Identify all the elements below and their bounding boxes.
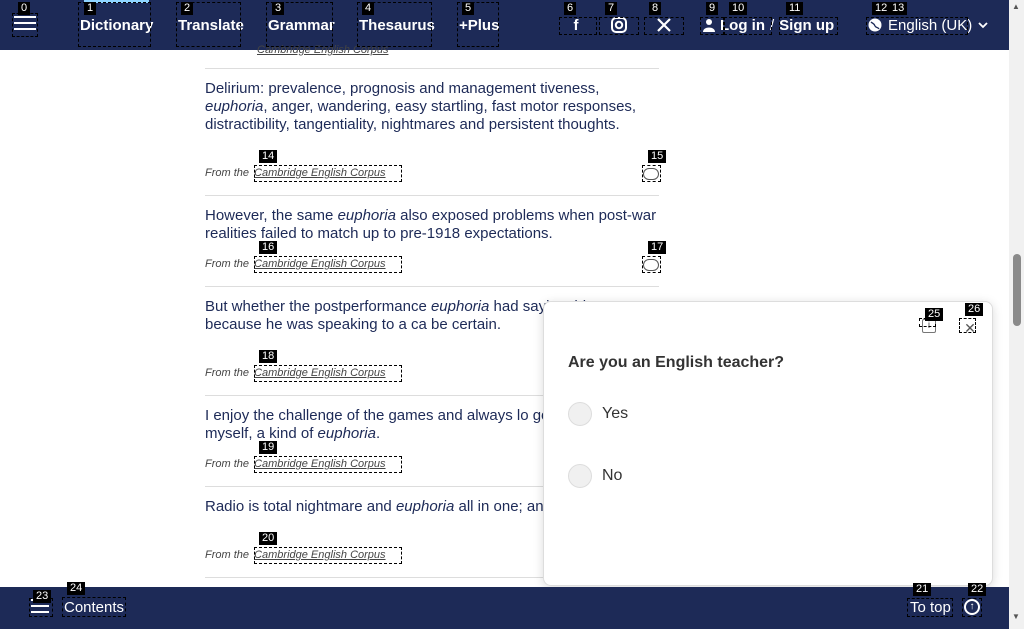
annotation-badge: 8 — [649, 2, 662, 15]
annotation-badge: 3 — [272, 2, 285, 15]
example-sentence: Delirium: prevalence, prognosis and mana… — [205, 80, 659, 134]
annotation-badge: 18 — [259, 350, 278, 363]
annotation-box — [700, 17, 724, 35]
annotation-badge: 2 — [181, 2, 194, 15]
source-prefix: From the — [205, 167, 250, 179]
scroll-up-arrow-icon[interactable]: ▲ — [1012, 2, 1020, 11]
survey-question: Are you an English teacher? — [568, 354, 785, 371]
scrollbar-thumb[interactable] — [1013, 254, 1021, 326]
scroll-down-arrow-icon[interactable]: ▼ — [1012, 612, 1020, 621]
annotation-box — [12, 13, 38, 37]
radio-yes[interactable] — [568, 402, 592, 426]
survey-popup: i ✕ Are you an English teacher? Yes No — [543, 301, 993, 586]
annotation-badge: 15 — [648, 150, 667, 163]
annotation-badge: 0 — [18, 2, 31, 15]
source-prefix: From the — [205, 258, 250, 270]
annotation-box — [959, 318, 976, 333]
annotation-badge: 20 — [259, 532, 278, 545]
annotation-badge: 22 — [968, 583, 987, 596]
annotation-badge: 19 — [259, 441, 278, 454]
option-label: No — [602, 467, 623, 484]
example-keyword: euphoria — [205, 98, 264, 115]
example-text: . — [375, 425, 381, 442]
annotation-badge: 14 — [259, 150, 278, 163]
annotation-badge: 13 — [889, 2, 908, 15]
annotation-badge: 23 — [33, 590, 52, 603]
annotation-badge: 4 — [362, 2, 375, 15]
source-prefix: From the — [205, 458, 250, 470]
annotation-box — [724, 17, 772, 35]
page: Dictionary Translate Grammar Thesaurus +… — [0, 0, 1024, 629]
annotation-box — [254, 456, 402, 473]
annotation-badge: 16 — [259, 241, 278, 254]
annotation-badge: 7 — [605, 2, 618, 15]
annotation-badge: 9 — [706, 2, 719, 15]
option-label: Yes — [602, 405, 629, 422]
annotation-box — [254, 365, 402, 382]
annotation-box — [907, 598, 953, 617]
example-keyword: euphoria — [337, 207, 396, 224]
annotation-box — [866, 17, 968, 35]
example-keyword: euphoria — [395, 498, 455, 515]
annotation-badge: 12 — [872, 2, 891, 15]
source-prefix: From the — [205, 367, 250, 379]
annotation-box — [644, 17, 684, 35]
source-prefix: From the — [205, 549, 250, 561]
annotation-badge: 5 — [462, 2, 475, 15]
radio-no[interactable] — [568, 464, 592, 488]
annotation-badge: 24 — [67, 582, 86, 595]
bottom-bar: Contents To top ↑ — [0, 587, 1009, 629]
example-keyword: euphoria — [430, 298, 490, 315]
annotation-box — [962, 598, 982, 617]
annotation-badge: 1 — [84, 2, 97, 15]
annotation-badge: 11 — [786, 2, 804, 15]
annotation-badge: 10 — [729, 2, 748, 15]
annotation-badge: 25 — [925, 308, 944, 321]
annotation-badge: 6 — [564, 2, 577, 15]
example-text: However, the same — [205, 207, 338, 224]
annotation-box — [779, 17, 838, 35]
scrollbar[interactable]: ▲ ▼ — [1009, 0, 1024, 629]
example-keyword: euphoria — [317, 425, 376, 442]
annotation-badge: 17 — [648, 241, 667, 254]
example-sentence: However, the same euphoria also exposed … — [205, 207, 659, 243]
annotation-box — [62, 597, 126, 617]
example-text: But whether the postperformance — [205, 298, 431, 315]
survey-option-no[interactable]: No — [568, 464, 622, 488]
annotation-box — [254, 547, 402, 564]
chevron-down-icon — [978, 22, 988, 29]
annotation-box — [599, 17, 639, 35]
annotation-box — [642, 165, 661, 182]
annotation-box — [559, 17, 597, 35]
annotation-badge: 26 — [965, 303, 984, 316]
example-text: Delirium: prevalence, prognosis and mana… — [205, 80, 600, 97]
annotation-badge: 21 — [913, 583, 932, 596]
annotation-box — [642, 256, 661, 273]
annotation-box — [254, 256, 402, 273]
example-text: , anger, wandering, easy startling, fast… — [205, 98, 637, 133]
survey-option-yes[interactable]: Yes — [568, 402, 628, 426]
annotation-box — [254, 165, 402, 182]
example-text: Radio is total nightmare and — [205, 498, 396, 515]
